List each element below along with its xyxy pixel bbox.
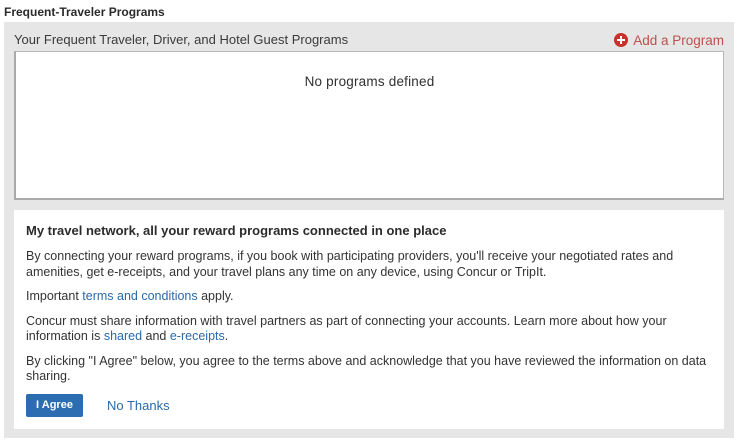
programs-panel: Your Frequent Traveler, Driver, and Hote… <box>4 22 734 438</box>
e-receipts-link[interactable]: e-receipts <box>170 329 225 343</box>
programs-header: Your Frequent Traveler, Driver, and Hote… <box>14 31 726 49</box>
terms-suffix: apply. <box>197 289 234 303</box>
no-thanks-link[interactable]: No Thanks <box>107 398 170 413</box>
travel-network-title: My travel network, all your reward progr… <box>26 223 447 238</box>
programs-header-label: Your Frequent Traveler, Driver, and Hote… <box>14 32 349 47</box>
agreement-actions: I Agree No Thanks <box>26 393 712 417</box>
page-title: Frequent-Traveler Programs <box>4 5 165 19</box>
empty-programs-message: No programs defined <box>304 74 435 89</box>
terms-prefix: Important <box>26 289 83 303</box>
sharing-mid: and <box>142 329 170 343</box>
programs-list: No programs defined <box>14 51 724 200</box>
agreement-paragraph: By clicking "I Agree" below, you agree t… <box>26 353 707 384</box>
add-program-label: Add a Program <box>633 32 724 48</box>
plus-circle-icon <box>614 33 629 47</box>
add-program-link[interactable]: Add a Program <box>614 31 724 49</box>
travel-network-box: My travel network, all your reward progr… <box>14 210 724 429</box>
terms-paragraph: Important terms and conditions apply. <box>26 289 712 305</box>
sharing-suffix: . <box>224 329 229 343</box>
network-description: By connecting your reward programs, if y… <box>26 249 674 279</box>
shared-link[interactable]: shared <box>104 329 142 343</box>
terms-and-conditions-link[interactable]: terms and conditions <box>82 289 197 303</box>
data-sharing-paragraph: Concur must share information with trave… <box>26 314 712 345</box>
i-agree-button[interactable]: I Agree <box>26 393 83 417</box>
